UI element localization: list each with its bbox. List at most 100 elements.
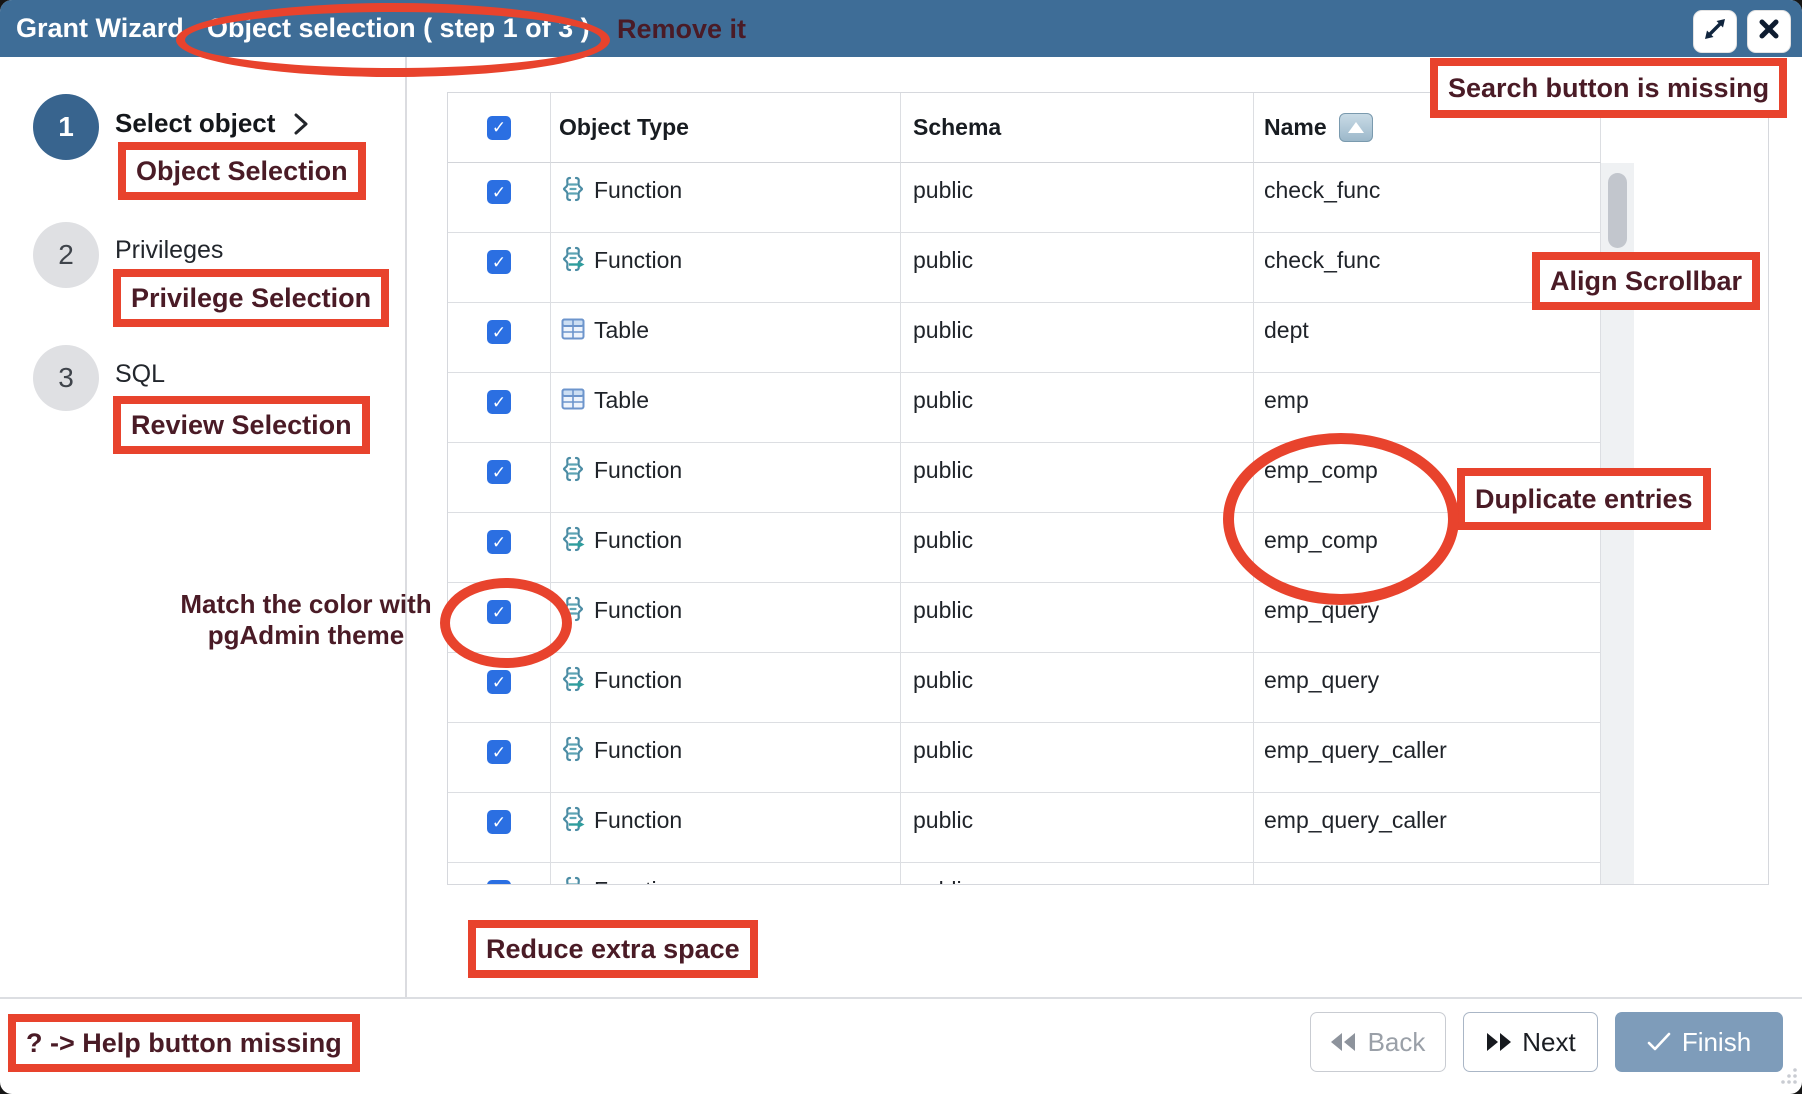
row-checkbox-cell: ✓	[448, 163, 551, 233]
sidebar-item-privileges[interactable]: Privileges	[115, 236, 223, 265]
table-row[interactable]: ✓ Function public emp_query_caller	[448, 793, 1601, 863]
object-type-cell: Function	[551, 653, 901, 723]
function-icon	[559, 735, 587, 763]
function-icon	[559, 455, 587, 483]
annotation-circle-checkbox	[440, 578, 572, 668]
select-all-checkbox[interactable]: ✓	[487, 116, 511, 140]
annotation-align-scrollbar: Align Scrollbar	[1532, 252, 1760, 310]
schema-cell: public	[901, 653, 1254, 723]
step-1-circle: 1	[33, 94, 99, 160]
schema-cell: public	[901, 513, 1254, 583]
name-cell: emp_query_caller	[1254, 723, 1601, 793]
object-type-label: Table	[594, 387, 649, 414]
annotation-circle-step-title	[176, 3, 610, 77]
annotation-reduce-extra-space: Reduce extra space	[468, 920, 758, 978]
object-type-cell: Table	[551, 373, 901, 443]
header-object-type[interactable]: Object Type	[551, 93, 901, 163]
row-checkbox-cell: ✓	[448, 303, 551, 373]
resize-grip-icon[interactable]	[1777, 1064, 1799, 1091]
object-type-cell: Function	[551, 723, 901, 793]
header-checkbox-cell: ✓	[448, 93, 551, 163]
schema-cell: public	[901, 793, 1254, 863]
annotation-search-missing: Search button is missing	[1430, 58, 1787, 118]
next-button[interactable]: Next	[1463, 1012, 1598, 1072]
table-row[interactable]: ✓ Function public	[448, 863, 1601, 885]
object-type-header-label: Object Type	[559, 114, 689, 141]
object-type-label: Function	[594, 807, 682, 834]
annotation-match-color-line1: Match the color with	[150, 589, 462, 620]
row-checkbox[interactable]: ✓	[487, 670, 511, 694]
header-schema[interactable]: Schema	[901, 93, 1254, 163]
row-checkbox[interactable]: ✓	[487, 740, 511, 764]
row-checkbox[interactable]: ✓	[487, 460, 511, 484]
table-icon	[559, 315, 587, 343]
step-1-label: Select object	[115, 108, 275, 139]
object-type-cell: Function	[551, 583, 901, 653]
schema-cell: public	[901, 233, 1254, 303]
object-type-label: Table	[594, 317, 649, 344]
finish-label: Finish	[1682, 1027, 1751, 1058]
table-row[interactable]: ✓ Function public emp_query	[448, 653, 1601, 723]
name-cell	[1254, 863, 1601, 885]
sidebar-item-sql[interactable]: SQL	[115, 360, 165, 389]
back-label: Back	[1368, 1027, 1426, 1058]
step-2-circle: 2	[33, 222, 99, 288]
step-3-label: SQL	[115, 360, 165, 389]
object-type-cell: Function	[551, 163, 901, 233]
row-checkbox[interactable]: ✓	[487, 810, 511, 834]
check-icon	[1647, 1032, 1671, 1052]
next-icon	[1485, 1033, 1511, 1051]
row-checkbox-cell: ✓	[448, 233, 551, 303]
table-scrollbar-thumb[interactable]	[1608, 173, 1627, 248]
step-3-number: 3	[58, 362, 74, 394]
dialog-title: Grant Wizard	[16, 0, 184, 57]
sort-asc-icon[interactable]	[1339, 113, 1373, 142]
row-checkbox[interactable]: ✓	[487, 320, 511, 344]
schema-cell: public	[901, 723, 1254, 793]
object-type-cell: Table	[551, 303, 901, 373]
object-type-label: Function	[594, 457, 682, 484]
row-checkbox[interactable]: ✓	[487, 390, 511, 414]
annotation-match-color-line2: pgAdmin theme	[150, 620, 462, 651]
row-checkbox[interactable]: ✓	[487, 880, 511, 885]
table-icon	[559, 385, 587, 413]
sidebar-item-select-object[interactable]: Select object	[115, 108, 309, 139]
schema-cell: public	[901, 303, 1254, 373]
row-checkbox[interactable]: ✓	[487, 530, 511, 554]
schema-cell: public	[901, 863, 1254, 885]
function-out-icon	[559, 245, 587, 273]
step-1-number: 1	[58, 111, 74, 143]
expand-button[interactable]	[1693, 10, 1737, 53]
object-type-label: Function	[594, 247, 682, 274]
table-row[interactable]: ✓ Table public emp	[448, 373, 1601, 443]
function-out-icon	[559, 525, 587, 553]
schema-cell: public	[901, 163, 1254, 233]
close-button[interactable]	[1747, 10, 1791, 53]
name-cell: emp	[1254, 373, 1601, 443]
schema-cell: public	[901, 373, 1254, 443]
table-row[interactable]: ✓ Function public check_func	[448, 233, 1601, 303]
object-type-label: Function	[594, 877, 682, 885]
row-checkbox[interactable]: ✓	[487, 180, 511, 204]
annotation-duplicate-entries: Duplicate entries	[1457, 468, 1711, 530]
object-type-cell: Function	[551, 233, 901, 303]
table-row[interactable]: ✓ Function public check_func	[448, 163, 1601, 233]
name-cell: check_func	[1254, 163, 1601, 233]
row-checkbox[interactable]: ✓	[487, 250, 511, 274]
row-checkbox-cell: ✓	[448, 373, 551, 443]
close-icon	[1756, 16, 1782, 47]
back-button[interactable]: Back	[1310, 1012, 1446, 1072]
table-row[interactable]: ✓ Table public dept	[448, 303, 1601, 373]
name-header-label: Name	[1264, 114, 1327, 141]
object-type-cell: Function	[551, 443, 901, 513]
table-row[interactable]: ✓ Function public emp_query_caller	[448, 723, 1601, 793]
object-type-label: Function	[594, 597, 682, 624]
annotation-circle-duplicates	[1223, 433, 1459, 605]
annotation-review-selection: Review Selection	[113, 396, 370, 454]
annotation-match-color: Match the color with pgAdmin theme	[150, 589, 462, 651]
object-type-label: Function	[594, 527, 682, 554]
finish-button[interactable]: Finish	[1615, 1012, 1783, 1072]
table-row[interactable]: ✓ Function public emp_query	[448, 583, 1601, 653]
next-label: Next	[1522, 1027, 1575, 1058]
row-checkbox-cell: ✓	[448, 723, 551, 793]
